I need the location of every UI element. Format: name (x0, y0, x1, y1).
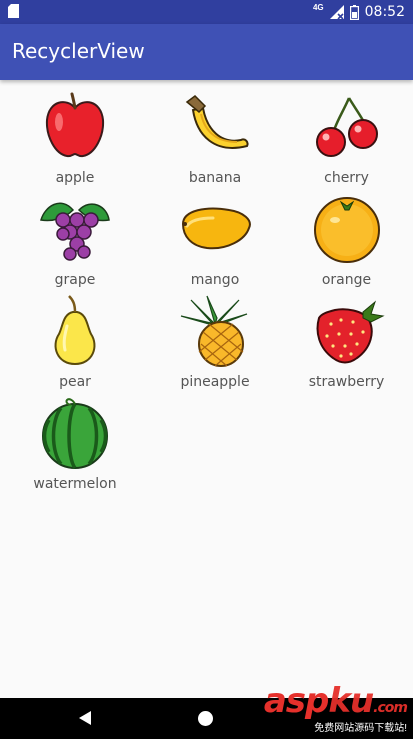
fruit-label: strawberry (308, 374, 385, 390)
fruit-item-strawberry[interactable]: strawberry (280, 292, 413, 394)
status-time: 08:52 (364, 4, 405, 20)
banana-icon (185, 95, 249, 149)
fruit-item-apple[interactable]: apple (0, 88, 150, 190)
battery-icon (349, 4, 359, 20)
back-icon[interactable] (78, 710, 92, 726)
fruit-label: watermelon (33, 476, 117, 492)
fruit-item-pear[interactable]: pear (0, 292, 150, 394)
strawberry-icon (316, 300, 385, 364)
orange-icon (313, 197, 380, 263)
fruit-label: pear (59, 374, 91, 390)
fruit-label: orange (321, 272, 372, 288)
fruit-item-banana[interactable]: banana (150, 88, 280, 190)
status-bar: 4G 08:52 (0, 0, 413, 24)
fruit-label: apple (55, 170, 95, 186)
apple-icon (45, 92, 105, 158)
fruit-label: mango (190, 272, 240, 288)
fruit-item-watermelon[interactable]: watermelon (0, 394, 150, 496)
fruit-item-orange[interactable]: orange (280, 190, 413, 292)
pear-icon (54, 295, 96, 366)
watermark-logo: aspku.com (263, 681, 408, 721)
network-type: 4G (312, 3, 324, 12)
pineapple-icon (180, 295, 248, 367)
home-icon[interactable] (198, 711, 213, 726)
fruit-label: cherry (324, 170, 369, 186)
cherry-icon (315, 97, 378, 157)
fruit-item-grape[interactable]: grape (0, 190, 150, 292)
fruit-item-pineapple[interactable]: pineapple (150, 292, 280, 394)
signal-icon (329, 5, 344, 19)
fruit-label: banana (188, 170, 242, 186)
fruit-label: grape (54, 272, 96, 288)
app-bar: RecyclerView (0, 24, 413, 80)
sd-card-icon (8, 4, 19, 18)
fruit-item-mango[interactable]: mango (150, 190, 280, 292)
grape-icon (40, 202, 110, 261)
page-title: RecyclerView (12, 39, 145, 63)
fruit-item-cherry[interactable]: cherry (280, 88, 413, 190)
fruit-grid: apple banana cherry grape mango orange p… (0, 88, 413, 496)
watermark: aspku.com 免费网站源码下载站! (263, 681, 408, 734)
watermelon-icon (42, 398, 108, 470)
fruit-label: pineapple (180, 374, 250, 390)
mango-icon (181, 207, 251, 250)
